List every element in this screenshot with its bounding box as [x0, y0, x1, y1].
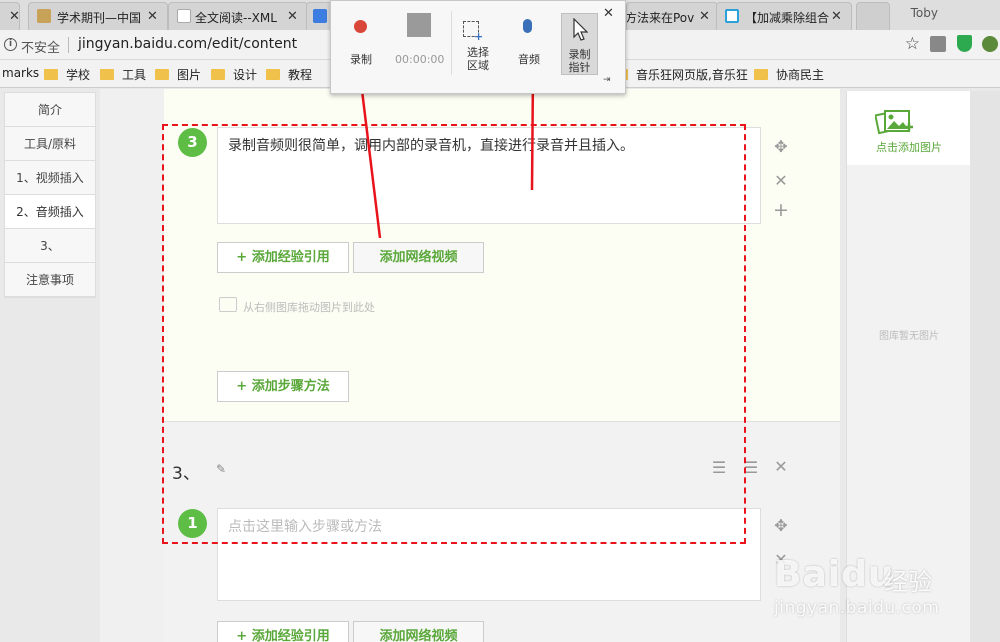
bookmark-folder[interactable]: 音乐狂网页版,音乐狂 — [614, 66, 748, 83]
sidebar-item-3[interactable]: 3、 — [5, 229, 95, 263]
bookmark-folder[interactable]: 学校 — [44, 66, 90, 83]
empty-library-label: 图库暂无图片 — [879, 331, 939, 342]
stop-icon — [407, 13, 431, 37]
tab-close-icon[interactable]: ✕ — [147, 9, 158, 24]
delete-section-icon[interactable]: ✕ — [772, 457, 790, 476]
tv-favicon-icon — [725, 9, 739, 23]
tab-title: 【加减乘除组合 — [745, 11, 830, 25]
security-label[interactable]: 不安全 — [21, 37, 60, 56]
annotation-highlight-box — [162, 124, 746, 544]
record-label: 录制 — [350, 53, 372, 66]
picture-icon — [875, 109, 913, 135]
folder-icon — [211, 69, 225, 80]
folder-icon — [44, 69, 58, 80]
bookmark-folder[interactable]: 设计 — [211, 66, 257, 83]
add-video-button[interactable]: 添加网络视频 — [353, 621, 484, 642]
folder-icon — [155, 69, 169, 80]
profile-name[interactable]: Toby — [911, 6, 938, 20]
outline-sidebar: 简介 工具/原料 1、视频插入 2、音频插入 3、 注意事项 — [4, 92, 96, 298]
microphone-icon — [523, 19, 532, 33]
sidebar-item-tools[interactable]: 工具/原料 — [5, 127, 95, 161]
jingyan-logo-text: 经验 — [884, 568, 932, 596]
stop-button[interactable] — [407, 13, 431, 37]
tab-0[interactable]: ✕ — [0, 2, 20, 30]
url-field[interactable]: jingyan.baidu.com/edit/content — [78, 36, 297, 52]
sidebar-item-audio[interactable]: 2、音频插入 — [5, 195, 95, 229]
bookmark-folder[interactable]: 教程 — [266, 66, 312, 83]
tab-1[interactable]: 学术期刊—中国 ✕ — [28, 2, 168, 30]
tab-close-icon[interactable]: ✕ — [699, 9, 710, 24]
folder-icon — [266, 69, 280, 80]
bookmark-folder[interactable]: 图片 — [155, 66, 201, 83]
bookmark-folder[interactable]: 协商民主 — [754, 66, 824, 83]
add-reference-button[interactable]: + 添加经验引用 — [217, 621, 349, 642]
add-image-label: 点击添加图片 — [876, 141, 942, 154]
recording-timer: 00:00:00 — [395, 53, 445, 66]
tab-title: 方法来在Pov — [626, 11, 695, 25]
divider — [451, 11, 452, 75]
delete-icon[interactable]: ✕ — [772, 171, 790, 190]
download-icon[interactable] — [930, 36, 946, 52]
sidebar-item-video[interactable]: 1、视频插入 — [5, 161, 95, 195]
bookmark-star-icon[interactable]: ☆ — [905, 34, 920, 54]
divider — [68, 37, 69, 53]
bookmark-item[interactable]: marks — [2, 66, 39, 80]
screen-recorder-toolbar: 录制 00:00:00 + 选择 区域 音频 录制 指针 ✕ ⇥ — [330, 0, 626, 94]
tab-5[interactable]: 【加减乘除组合 ✕ — [716, 2, 852, 30]
pin-icon[interactable]: ⇥ — [603, 75, 611, 85]
move-icon[interactable]: ✥ — [772, 137, 790, 156]
journal-favicon-icon — [37, 9, 51, 23]
info-icon[interactable]: i — [4, 38, 17, 51]
plus-icon: + — [474, 30, 484, 43]
tab-close-icon[interactable]: ✕ — [287, 9, 298, 24]
shield-extension-icon[interactable] — [957, 35, 972, 52]
folder-icon — [100, 69, 114, 80]
bookmark-folder[interactable]: 工具 — [100, 66, 146, 83]
document-favicon-icon — [177, 9, 191, 23]
add-icon[interactable]: + — [772, 199, 790, 221]
move-icon[interactable]: ✥ — [772, 516, 790, 535]
baidu-jingyan-watermark: Baidu 经验 jingyan.baidu.com — [766, 540, 1000, 642]
tab-title: 全文阅读--XML — [195, 11, 277, 25]
record-pointer-label: 录制 指针 — [568, 48, 591, 74]
extension-icon[interactable] — [982, 36, 998, 52]
sidebar-item-notes[interactable]: 注意事项 — [5, 263, 95, 297]
tab-2[interactable]: 全文阅读--XML ✕ — [168, 2, 308, 30]
close-icon[interactable]: ✕ — [603, 6, 614, 21]
record-pointer-button[interactable]: 录制 指针 — [561, 13, 598, 75]
record-icon — [354, 20, 367, 33]
tab-close-icon[interactable]: ✕ — [9, 9, 19, 24]
watermark-url: jingyan.baidu.com — [774, 598, 940, 618]
tab-title: 学术期刊—中国 — [57, 11, 142, 25]
select-region-label: 选择 区域 — [467, 46, 489, 72]
tab-close-icon[interactable]: ✕ — [831, 9, 842, 24]
tab-4[interactable]: 方法来在Pov ✕ — [626, 2, 718, 30]
audio-label: 音频 — [518, 53, 540, 66]
new-tab-button[interactable] — [856, 2, 890, 30]
baidu-favicon-icon — [313, 9, 327, 23]
folder-icon — [754, 69, 768, 80]
sidebar-item-intro[interactable]: 简介 — [5, 93, 95, 127]
add-image-tab[interactable]: 点击添加图片 — [847, 91, 971, 165]
cursor-icon — [573, 18, 588, 41]
baidu-logo-text: Baidu — [774, 554, 895, 595]
